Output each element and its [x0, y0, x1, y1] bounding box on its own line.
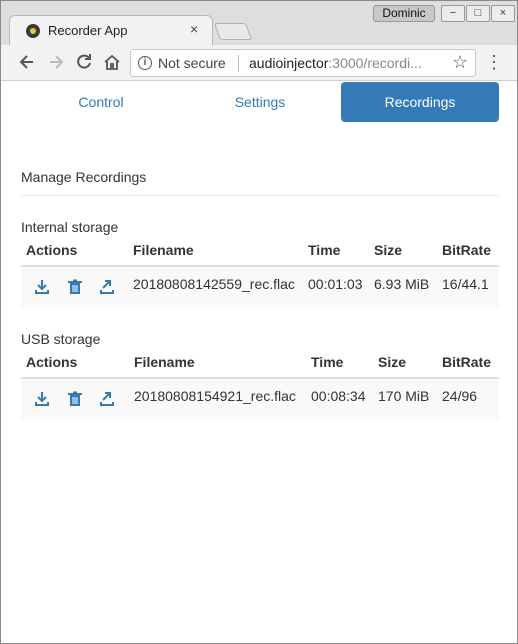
table-header: Actions Filename Time Size BitRate — [21, 235, 499, 267]
time-cell: 00:08:34 — [311, 388, 366, 404]
table-header: Actions Filename Time Size BitRate — [21, 347, 499, 379]
address-bar[interactable]: i Not secure audioinjector:3000/recordi.… — [130, 49, 476, 77]
info-icon[interactable]: i — [138, 56, 152, 70]
time-cell: 00:01:03 — [308, 276, 363, 292]
bitrate-cell: 16/44.1 — [442, 276, 489, 292]
header-actions: Actions — [26, 354, 78, 370]
new-tab-button[interactable] — [213, 23, 253, 40]
usb-recordings-table: Actions Filename Time Size BitRate 20180… — [21, 347, 499, 419]
internal-storage-label: Internal storage — [21, 219, 119, 235]
table-row: 20180808154921_rec.flac 00:08:34 170 MiB… — [21, 379, 499, 419]
header-time: Time — [311, 354, 344, 370]
usb-storage-label: USB storage — [21, 331, 101, 347]
url-host: audioinjector — [249, 55, 329, 71]
download-icon[interactable] — [34, 279, 50, 295]
download-icon[interactable] — [34, 391, 50, 407]
back-arrow-icon[interactable] — [17, 52, 37, 72]
tab-strip: Recorder App × Dominic − □ × — [1, 1, 517, 46]
header-size: Size — [374, 242, 403, 258]
reload-icon[interactable] — [74, 52, 94, 72]
internal-recordings-table: Actions Filename Time Size BitRate 20180… — [21, 235, 499, 307]
browser-toolbar: i Not secure audioinjector:3000/recordi.… — [1, 45, 517, 81]
page-title: Manage Recordings — [21, 169, 147, 185]
browser-menu-icon[interactable]: ⋮ — [485, 52, 503, 72]
url-text[interactable]: audioinjector:3000/recordi... — [249, 55, 439, 71]
table-row: 20180808142559_rec.flac 00:01:03 6.93 Mi… — [21, 267, 499, 307]
browser-window: Recorder App × Dominic − □ × i Not secur… — [0, 0, 518, 644]
export-icon[interactable] — [99, 279, 115, 295]
browser-tab[interactable]: Recorder App × — [9, 15, 213, 46]
url-path: :3000/recordi... — [328, 55, 422, 71]
export-icon[interactable] — [99, 391, 115, 407]
maximize-button[interactable]: □ — [466, 5, 490, 22]
filename-cell: 20180808142559_rec.flac — [133, 276, 295, 292]
size-cell: 170 MiB — [378, 388, 430, 404]
header-filename: Filename — [134, 354, 195, 370]
tab-recordings[interactable]: Recordings — [341, 82, 499, 122]
bookmark-star-icon[interactable]: ☆ — [452, 52, 468, 73]
close-window-button[interactable]: × — [491, 5, 515, 22]
filename-cell: 20180808154921_rec.flac — [134, 388, 296, 404]
size-cell: 6.93 MiB — [374, 276, 430, 292]
trash-icon[interactable] — [67, 279, 83, 295]
tab-settings[interactable]: Settings — [181, 82, 339, 122]
app-favicon-icon — [26, 24, 40, 38]
bitrate-cell: 24/96 — [442, 388, 478, 404]
profile-button[interactable]: Dominic — [373, 5, 435, 22]
header-bitrate: BitRate — [442, 242, 492, 258]
not-secure-label: Not secure — [158, 55, 226, 71]
header-size: Size — [378, 354, 407, 370]
header-actions: Actions — [26, 242, 78, 258]
header-bitrate: BitRate — [442, 354, 492, 370]
forward-arrow-icon[interactable] — [46, 52, 66, 72]
header-time: Time — [308, 242, 341, 258]
nav-tabs: Control Settings Recordings — [21, 82, 499, 122]
tab-title: Recorder App — [48, 23, 128, 38]
address-separator — [238, 55, 239, 72]
close-tab-icon[interactable]: × — [190, 21, 198, 37]
minimize-button[interactable]: − — [441, 5, 465, 22]
home-icon[interactable] — [102, 52, 122, 72]
trash-icon[interactable] — [67, 391, 83, 407]
tab-control[interactable]: Control — [21, 82, 181, 122]
header-filename: Filename — [133, 242, 194, 258]
divider — [21, 195, 499, 196]
page-content: Control Settings Recordings Manage Recor… — [1, 81, 517, 643]
